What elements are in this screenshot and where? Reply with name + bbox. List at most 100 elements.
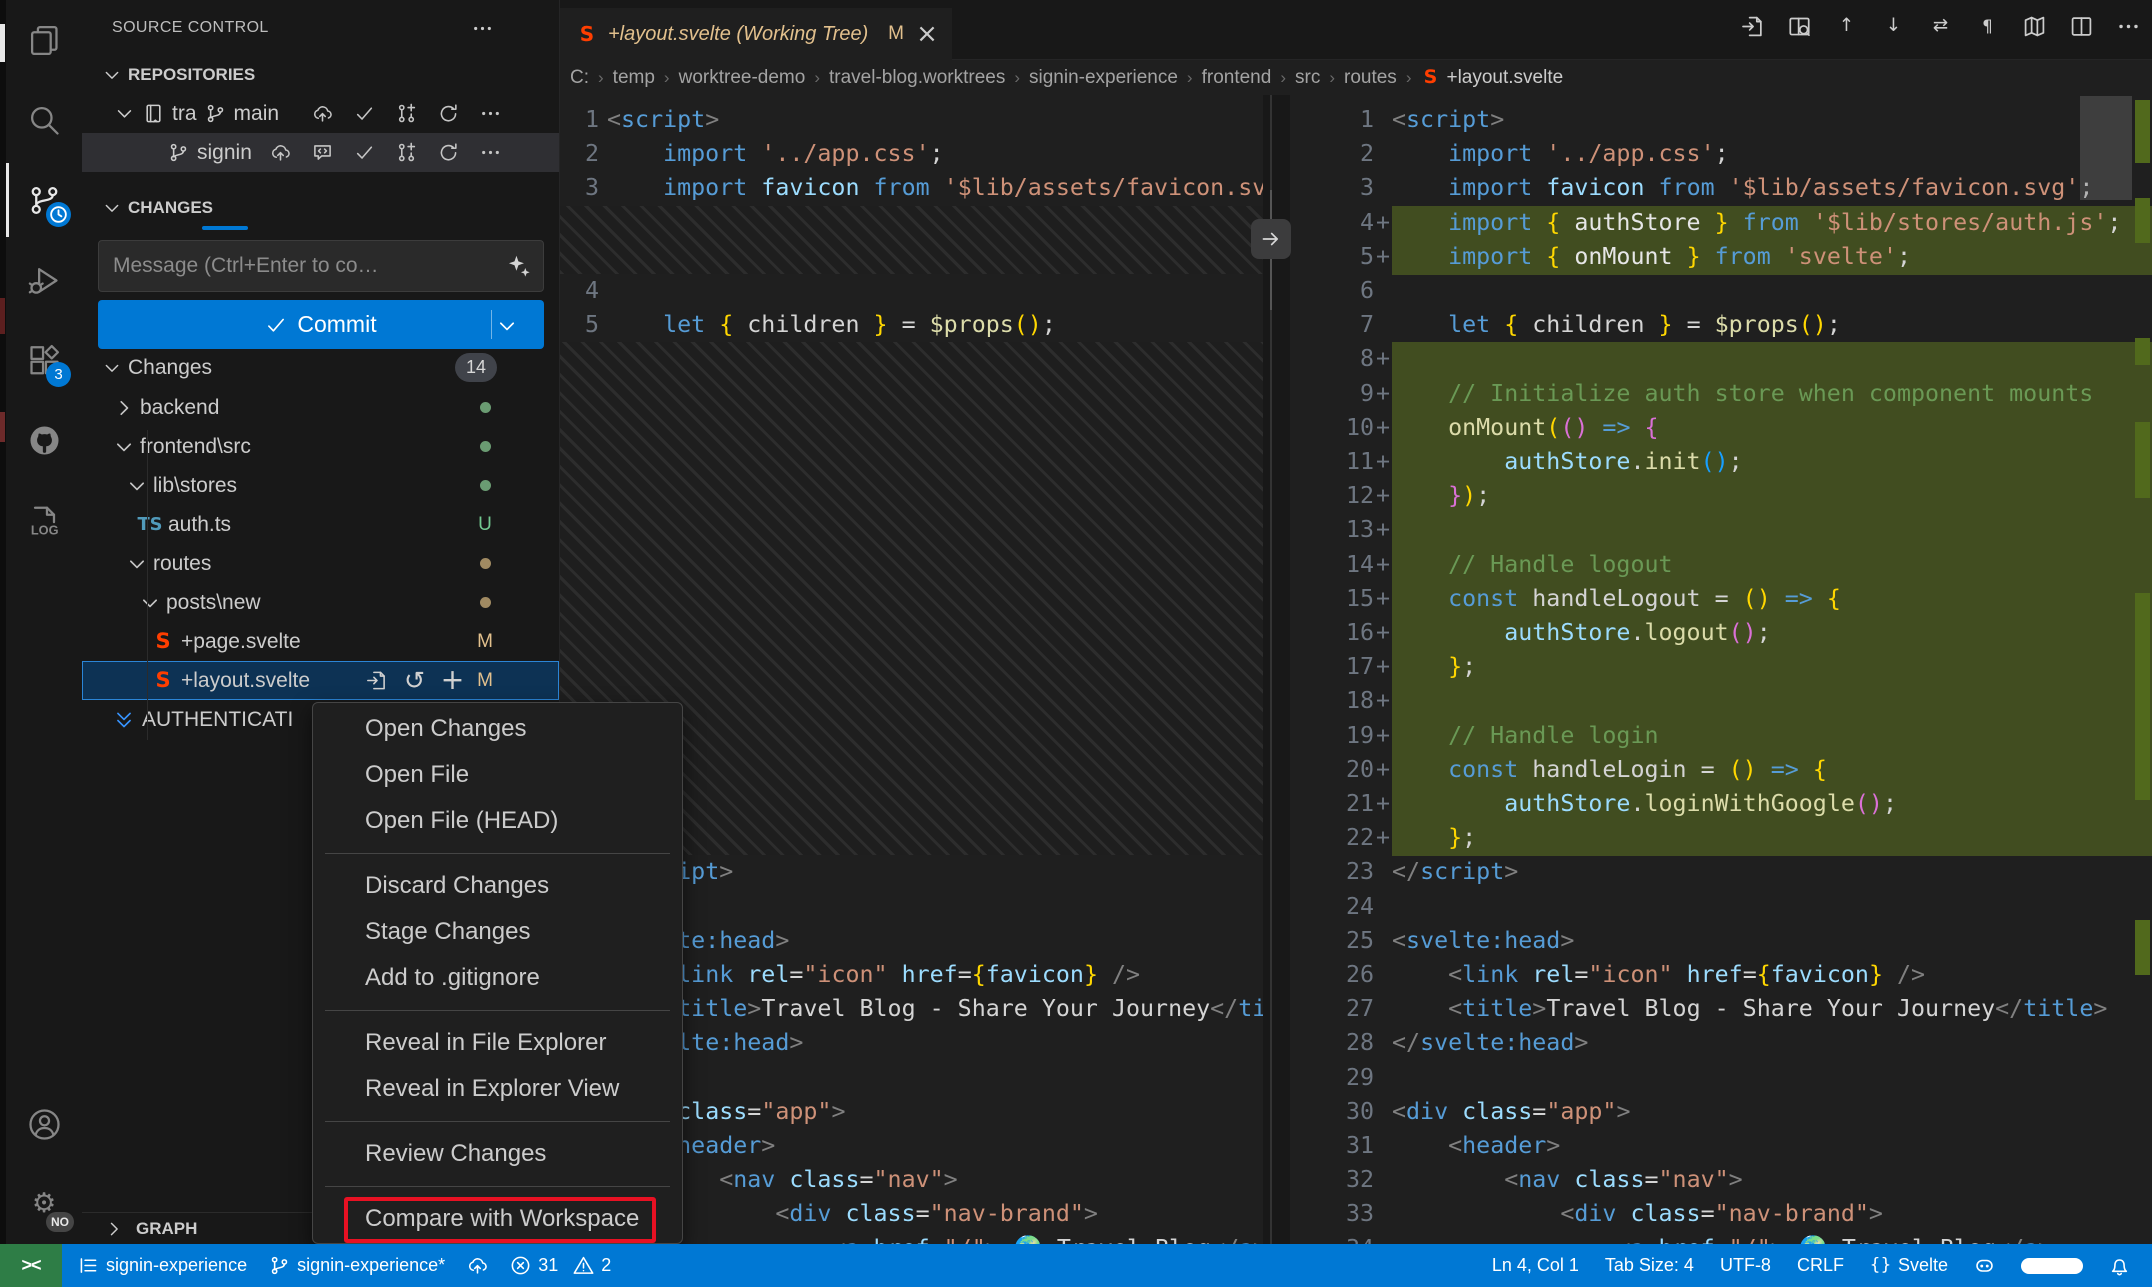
menu-item-stage-changes[interactable]: Stage Changes	[313, 909, 682, 955]
tree-row-routes[interactable]: routes	[82, 544, 559, 583]
activity-item-search[interactable]	[6, 80, 82, 160]
breadcrumb-file[interactable]: S+layout.svelte	[1420, 67, 1563, 89]
status-item-signin-experience-[interactable]: signin-experience*	[269, 1255, 445, 1276]
line-number: 17+	[1290, 650, 1392, 685]
activity-item-accounts[interactable]	[6, 1084, 82, 1164]
close-icon[interactable]: ×	[914, 21, 940, 47]
activity-item-source-control[interactable]	[6, 160, 82, 240]
sidebar-title: SOURCE CONTROL	[112, 19, 269, 37]
check-icon[interactable]	[354, 142, 375, 163]
breadcrumb-item[interactable]: C:	[570, 67, 589, 89]
status-progress-pill[interactable]	[2021, 1258, 2083, 1274]
diff-arrow-button[interactable]	[1251, 219, 1291, 259]
breadcrumb-item[interactable]: worktree-demo	[679, 67, 806, 89]
code-line: 2 import '../app.css';	[560, 137, 1263, 172]
more-icon[interactable]	[2117, 15, 2140, 38]
breadcrumb-label: travel-blog.worktrees	[829, 67, 1005, 89]
tree-row-posts-new[interactable]: posts\new	[82, 583, 559, 622]
code-line: 5 let { children } = $props();	[560, 308, 1263, 343]
swap-icon[interactable]: ⇄	[1929, 15, 1952, 38]
more-icon[interactable]	[480, 142, 501, 163]
menu-separator	[325, 1121, 670, 1122]
section-repositories[interactable]: REPOSITORIES	[82, 55, 559, 94]
code-line: 25<svelte:head>	[1290, 924, 2152, 959]
status-item-copilot[interactable]	[1974, 1255, 1995, 1276]
cloud-upload-icon[interactable]	[312, 103, 333, 124]
scrollbar-slider[interactable]	[2080, 96, 2132, 200]
refresh-icon[interactable]	[438, 103, 459, 124]
remote-indicator[interactable]: ><	[0, 1244, 62, 1287]
map-icon[interactable]	[2023, 15, 2046, 38]
line-number: 29	[1290, 1061, 1392, 1096]
menu-item-add-to-gitignore[interactable]: Add to .gitignore	[313, 955, 682, 1001]
pilcrow-icon[interactable]: ¶	[1976, 15, 1999, 38]
chevron-down-icon[interactable]	[496, 315, 518, 337]
stage-icon[interactable]: +	[442, 670, 463, 691]
more-icon[interactable]	[480, 103, 501, 124]
breadcrumb-file-label: +layout.svelte	[1446, 67, 1563, 89]
tree-item-label: AUTHENTICATI	[142, 708, 293, 732]
breadcrumb-item[interactable]: frontend	[1202, 67, 1272, 89]
cloud-upload-icon[interactable]	[270, 142, 291, 163]
activity-item-explorer[interactable]	[6, 0, 82, 80]
changes-group-header[interactable]: Changes 14	[82, 348, 559, 387]
code-line: 15+ const handleLogout = () => {	[1290, 582, 2152, 617]
status-item-crlf[interactable]: CRLF	[1797, 1255, 1844, 1276]
commit-message-input[interactable]	[99, 254, 507, 278]
breadcrumb-item[interactable]: routes	[1344, 67, 1397, 89]
status-item-31[interactable]: 312	[510, 1255, 611, 1276]
breadcrumb-item[interactable]: temp	[613, 67, 655, 89]
status-item-tab-size-4[interactable]: Tab Size: 4	[1605, 1255, 1694, 1276]
status-item-svelte[interactable]: {}Svelte	[1870, 1255, 1948, 1276]
status-item-ln-4-col-1[interactable]: Ln 4, Col 1	[1492, 1255, 1579, 1276]
activity-item-log-viewer[interactable]: LOG	[6, 480, 82, 560]
pr-create-icon[interactable]	[396, 142, 417, 163]
menu-item-reveal-in-file-explorer[interactable]: Reveal in File Explorer	[313, 1020, 682, 1066]
tree-row-+layout.svelte[interactable]: S+layout.svelte↺+M	[82, 661, 559, 700]
check-icon[interactable]	[354, 103, 375, 124]
arrow-up-icon[interactable]: ↑	[1835, 15, 1858, 38]
status-item-bell[interactable]	[2109, 1255, 2130, 1276]
tree-row-frontend-src[interactable]: frontend\src	[82, 427, 559, 466]
breadcrumb-item[interactable]: src	[1295, 67, 1320, 89]
diff-modified-pane[interactable]: 1<script>2 import '../app.css';3 import …	[1290, 95, 2152, 1244]
preview-icon[interactable]	[1788, 15, 1811, 38]
menu-item-reveal-in-explorer-view[interactable]: Reveal in Explorer View	[313, 1066, 682, 1112]
breadcrumb-item[interactable]: travel-blog.worktrees	[829, 67, 1005, 89]
commit-button[interactable]: Commit	[98, 300, 544, 349]
status-item-cloud-upload[interactable]	[467, 1255, 488, 1276]
tree-row-+page.svelte[interactable]: S+page.svelteM	[82, 622, 559, 661]
menu-item-open-file[interactable]: Open File	[313, 752, 682, 798]
more-actions-icon[interactable]	[472, 18, 493, 39]
refresh-icon[interactable]	[438, 142, 459, 163]
code-text: <a href="/"> 🌍 Travel Blog</a>	[607, 1232, 1263, 1244]
repo-row[interactable]: tramain	[82, 94, 559, 133]
menu-item-review-changes[interactable]: Review Changes	[313, 1131, 682, 1177]
sparkle-icon[interactable]	[507, 254, 531, 278]
tab-layout-svelte[interactable]: S +layout.svelte (Working Tree) M ×	[560, 8, 952, 60]
pr-create-icon[interactable]	[396, 103, 417, 124]
arrow-down-icon[interactable]: ↓	[1882, 15, 1905, 38]
menu-item-open-changes[interactable]: Open Changes	[313, 706, 682, 752]
tree-row-auth.ts[interactable]: TSauth.tsU	[82, 505, 559, 544]
error-icon	[510, 1255, 531, 1276]
worktree-row[interactable]: signin	[82, 133, 559, 172]
comment-icon[interactable]	[312, 142, 333, 163]
tree-row-lib-stores[interactable]: lib\stores	[82, 466, 559, 505]
tree-row-backend[interactable]: backend	[82, 388, 559, 427]
status-item-utf-8[interactable]: UTF-8	[1720, 1255, 1771, 1276]
menu-item-open-file-head-[interactable]: Open File (HEAD)	[313, 798, 682, 844]
activity-item-extensions[interactable]: 3	[6, 320, 82, 400]
go-to-file-icon[interactable]	[1741, 15, 1764, 38]
menu-item-discard-changes[interactable]: Discard Changes	[313, 863, 682, 909]
activity-item-github[interactable]	[6, 400, 82, 480]
discard-icon[interactable]: ↺	[404, 670, 425, 691]
breadcrumb-item[interactable]: signin-experience	[1029, 67, 1178, 89]
activity-item-run-and-debug[interactable]	[6, 240, 82, 320]
section-changes[interactable]: CHANGES	[82, 188, 559, 227]
split-icon[interactable]	[2070, 15, 2093, 38]
activity-item-settings[interactable]: ⚙NO	[6, 1164, 82, 1244]
status-label: UTF-8	[1720, 1255, 1771, 1276]
go-to-file-icon[interactable]	[366, 670, 387, 691]
status-item-signin-experience[interactable]: signin-experience	[78, 1255, 247, 1276]
